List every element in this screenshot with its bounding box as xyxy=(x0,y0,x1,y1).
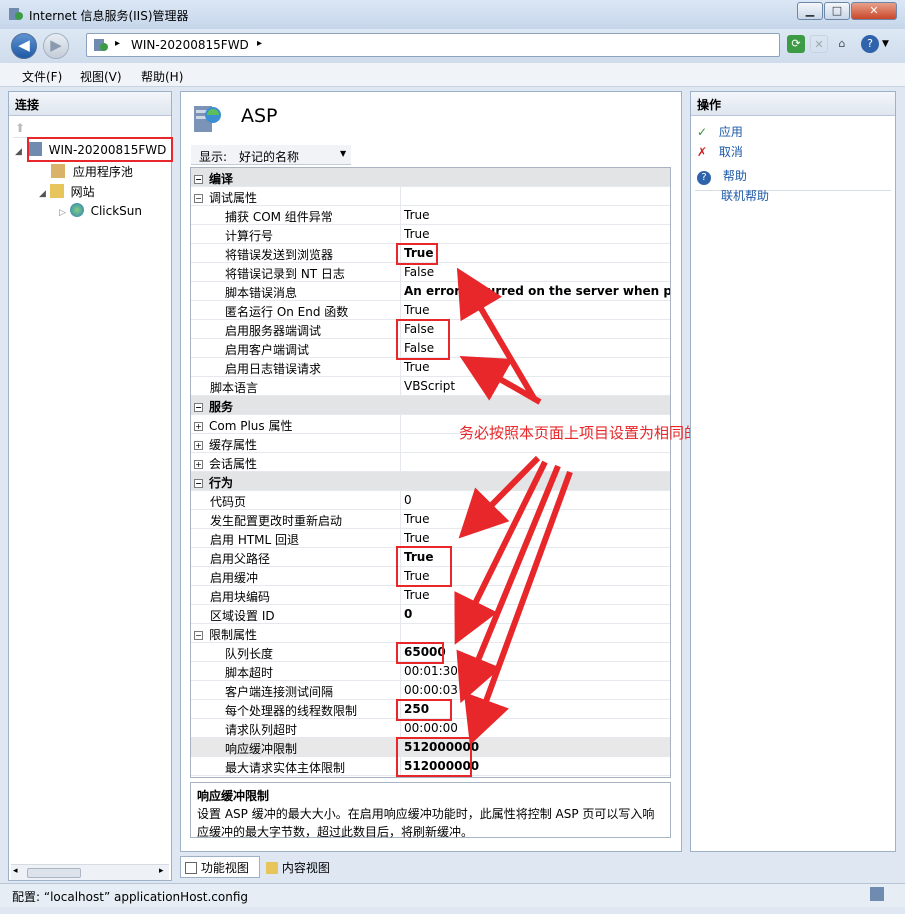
apply-action[interactable]: ✓ 应用 xyxy=(697,123,743,140)
actions-title: 操作 xyxy=(691,92,895,116)
description-title: 响应缓冲限制 xyxy=(197,789,270,803)
tab-features-label: 功能视图 xyxy=(200,861,249,875)
view-tabs: 功能视图 内容视图 xyxy=(180,856,682,878)
status-text: 配置: “localhost” applicationHost.config xyxy=(12,890,249,904)
status-bar: 配置: “localhost” applicationHost.config xyxy=(0,883,905,907)
actions-panel: 操作 ✓ 应用 ✗ 取消 ? 帮助 联机帮助 xyxy=(690,91,896,852)
features-view-icon xyxy=(185,862,197,874)
description-text: 设置 ASP 缓冲的最大大小。在启用响应缓冲功能时，此属性将控制 ASP 页可以… xyxy=(197,807,655,839)
help-label[interactable]: 帮助 xyxy=(723,169,747,183)
help-icon: ? xyxy=(697,171,711,185)
tab-features-view[interactable]: 功能视图 xyxy=(180,856,260,878)
tab-content-label: 内容视图 xyxy=(281,861,330,875)
online-help-label[interactable]: 联机帮助 xyxy=(721,189,769,203)
online-help-action[interactable]: 联机帮助 xyxy=(721,187,769,204)
server-status-icon xyxy=(870,887,884,901)
description-box: 响应缓冲限制 设置 ASP 缓冲的最大大小。在启用响应缓冲功能时，此属性将控制 … xyxy=(190,782,671,839)
annotation-text: 务必按照本页面上项目设置为相同的值 xyxy=(459,424,715,442)
cancel-action[interactable]: ✗ 取消 xyxy=(697,143,743,160)
help-action[interactable]: ? 帮助 xyxy=(697,167,747,185)
cancel-icon: ✗ xyxy=(697,145,708,159)
apply-icon: ✓ xyxy=(697,125,708,139)
tab-content-view[interactable]: 内容视图 xyxy=(262,858,342,878)
content-view-icon xyxy=(266,862,278,874)
cancel-label[interactable]: 取消 xyxy=(719,145,743,159)
apply-label[interactable]: 应用 xyxy=(719,125,743,139)
